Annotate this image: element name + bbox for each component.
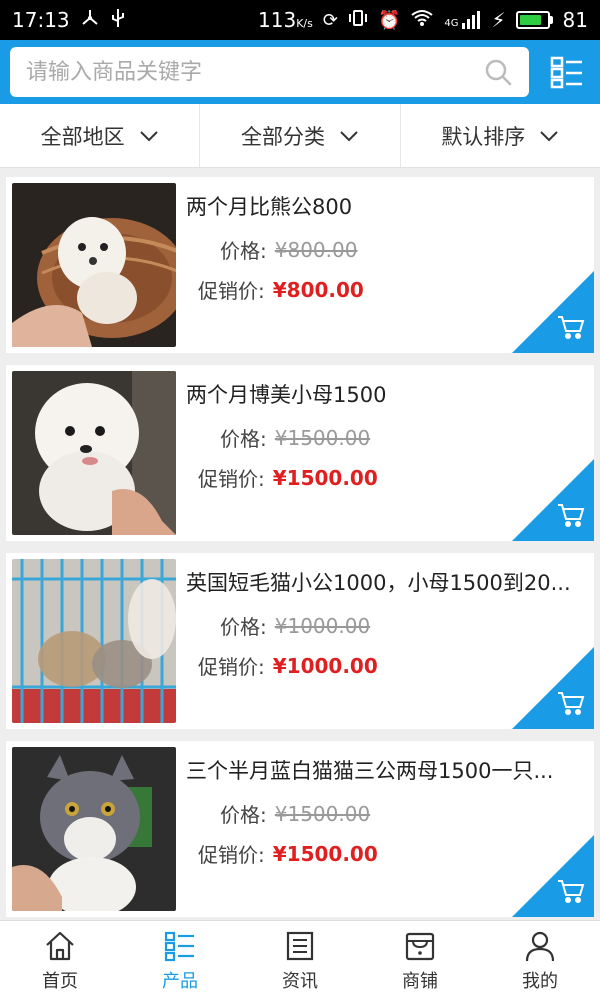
filter-bar: 全部地区 全部分类 默认排序 [0, 104, 600, 168]
nav-news-label: 资讯 [282, 970, 318, 992]
nav-profile-label: 我的 [522, 970, 558, 992]
product-title[interactable]: 两个月比熊公800 [186, 191, 582, 221]
filter-sort-label: 默认排序 [441, 124, 526, 149]
filter-category[interactable]: 全部分类 [200, 104, 401, 167]
charging-icon: ⚡ [491, 8, 506, 32]
wifi-icon [410, 8, 434, 32]
search-icon[interactable] [483, 57, 513, 87]
product-card[interactable]: 两个月博美小母1500 价格: ¥1500.00 促销价: ¥1500.00 [6, 365, 594, 541]
original-price: ¥1500.00 [274, 801, 371, 826]
nav-home-label: 首页 [42, 970, 78, 992]
promo-price: ¥1500.00 [272, 841, 378, 866]
promo-label: 促销价: [198, 279, 265, 303]
net-unit: K/s [296, 17, 313, 30]
net-speed: 113 [258, 8, 297, 32]
search-box[interactable] [10, 47, 529, 97]
original-price: ¥1000.00 [274, 613, 371, 638]
promo-row: 促销价: ¥1500.00 [198, 839, 378, 868]
price-label: 价格: [220, 239, 267, 263]
promo-row: 促销价: ¥800.00 [198, 275, 364, 304]
usb-icon [110, 7, 126, 34]
original-price: ¥800.00 [274, 237, 358, 262]
price-label: 价格: [220, 427, 267, 451]
add-to-cart-button[interactable] [512, 835, 594, 917]
product-card[interactable]: 两个月比熊公800 价格: ¥800.00 促销价: ¥800.00 [6, 177, 594, 353]
filter-sort[interactable]: 默认排序 [401, 104, 600, 167]
price-row: 价格: ¥1500.00 [220, 799, 370, 828]
chevron-down-icon [340, 130, 358, 141]
shop-icon [405, 932, 435, 960]
network-type: 4G [444, 18, 459, 29]
search-input[interactable] [26, 59, 483, 85]
vibrate-icon [348, 8, 368, 33]
price-row: 价格: ¥800.00 [220, 235, 357, 264]
nav-products[interactable]: 产品 [120, 921, 240, 1000]
search-header [0, 40, 600, 104]
chevron-down-icon [540, 130, 559, 141]
nav-profile[interactable]: 我的 [480, 921, 600, 1000]
nav-products-label: 产品 [162, 970, 198, 992]
price-row: 价格: ¥1500.00 [220, 423, 370, 452]
signal-icon: 4G [444, 11, 481, 29]
nav-home[interactable]: 首页 [0, 921, 120, 1000]
promo-row: 促销价: ¥1000.00 [198, 651, 378, 680]
bottom-nav: 首页 产品 资讯 商铺 我的 [0, 920, 600, 1000]
alarm-icon: ⏰ [377, 9, 401, 31]
original-price: ¥1500.00 [274, 425, 371, 450]
filter-region[interactable]: 全部地区 [0, 104, 201, 167]
promo-row: 促销价: ¥1500.00 [198, 463, 378, 492]
price-label: 价格: [220, 615, 267, 639]
status-time: 17:13 [12, 8, 70, 32]
product-image[interactable] [12, 747, 176, 911]
chevron-down-icon [139, 130, 158, 141]
profile-icon [525, 931, 555, 961]
product-title[interactable]: 两个月博美小母1500 [186, 379, 582, 409]
product-image[interactable] [12, 183, 176, 347]
news-icon [286, 931, 314, 960]
nav-shop-label: 商铺 [402, 970, 438, 992]
battery-level: 81 [562, 8, 588, 32]
product-title[interactable]: 三个半月蓝白猫猫三公两母1500一只... [186, 755, 582, 785]
battery-fill [519, 15, 541, 25]
filter-region-label: 全部地区 [40, 124, 125, 149]
add-to-cart-button[interactable] [512, 271, 594, 353]
product-card[interactable]: 三个半月蓝白猫猫三公两母1500一只... 价格: ¥1500.00 促销价: … [6, 741, 594, 917]
sync-icon: ⟳ [322, 9, 338, 31]
product-card[interactable]: 英国短毛猫小公1000，小母1500到20... 价格: ¥1000.00 促销… [6, 553, 594, 729]
price-label: 价格: [220, 803, 267, 827]
promo-price: ¥1500.00 [272, 465, 378, 490]
add-to-cart-button[interactable] [512, 459, 594, 541]
promo-label: 促销价: [198, 843, 265, 867]
status-bar: 17:13 113K/s ⟳ ⏰ 4G ⚡ 81 [0, 0, 600, 40]
product-list-icon [164, 931, 194, 961]
filter-category-label: 全部分类 [240, 124, 325, 149]
promo-price: ¥800.00 [272, 277, 364, 302]
add-to-cart-button[interactable] [512, 647, 594, 729]
product-image[interactable] [12, 559, 176, 723]
promo-label: 促销价: [198, 655, 265, 679]
promo-price: ¥1000.00 [272, 653, 378, 678]
product-title[interactable]: 英国短毛猫小公1000，小母1500到20... [186, 567, 582, 597]
product-list: 两个月比熊公800 价格: ¥800.00 促销价: ¥800.00 两个月博美… [0, 168, 600, 920]
share-icon [80, 8, 100, 33]
nav-news[interactable]: 资讯 [240, 921, 360, 1000]
price-row: 价格: ¥1000.00 [220, 611, 370, 640]
promo-label: 促销价: [198, 467, 265, 491]
product-image[interactable] [12, 371, 176, 535]
home-icon [46, 931, 74, 960]
category-menu-icon[interactable] [545, 49, 590, 95]
battery-icon [515, 11, 553, 29]
nav-shop[interactable]: 商铺 [360, 921, 480, 1000]
